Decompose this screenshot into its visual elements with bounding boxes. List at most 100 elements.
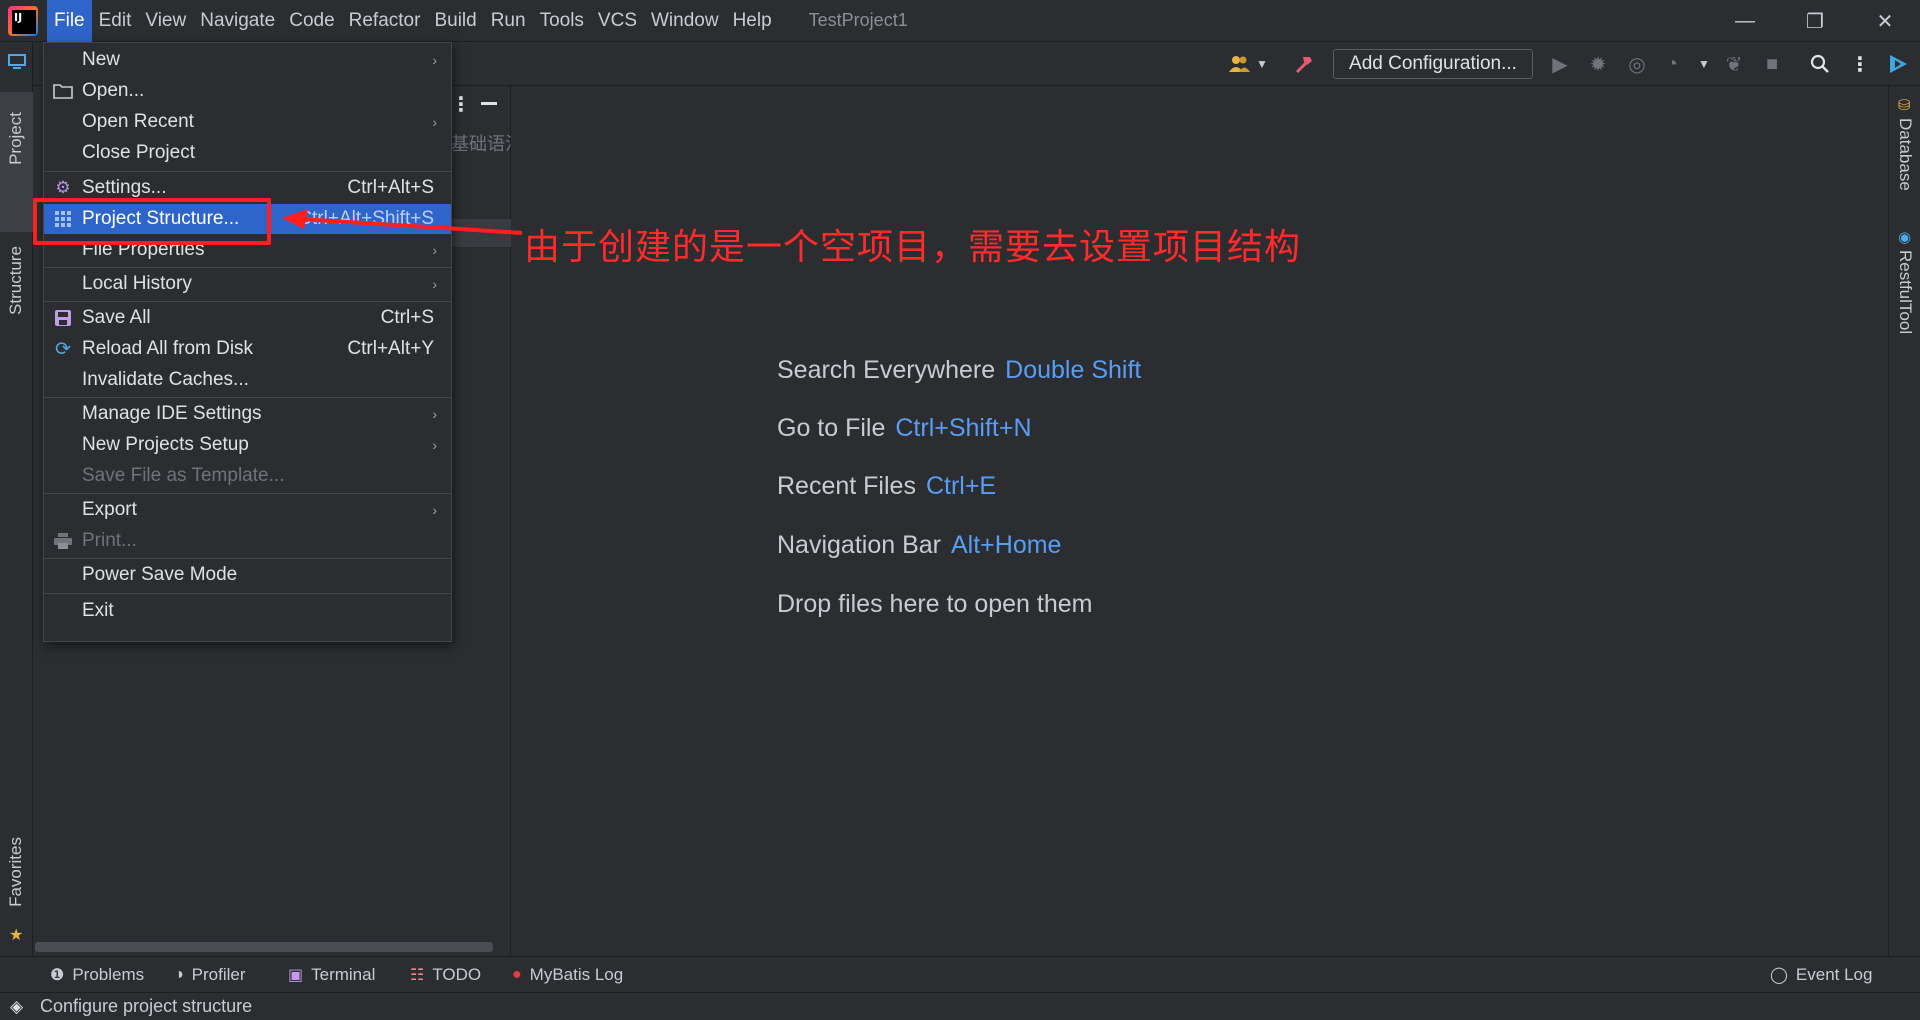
coverage-icon[interactable]: ◎ [1625,52,1649,76]
tab-profiler[interactable]: ◑ Profiler [174,965,246,985]
menu-vcs[interactable]: VCS [591,0,644,42]
tab-terminal[interactable]: ▣ Terminal [288,965,375,985]
menu-item-close-project[interactable]: Close Project [44,138,451,168]
tab-structure[interactable]: Structure [0,242,33,352]
menu-item-manage-ide-settings[interactable]: Manage IDE Settings › [44,399,451,429]
menu-item-new[interactable]: New › [44,45,451,75]
project-tree-item[interactable]: 基础语法 [451,130,511,156]
tab-project[interactable]: Project [0,92,33,232]
panel-minimize-icon[interactable] [481,102,497,105]
attach-icon[interactable]: ❦ [1722,52,1746,76]
event-log-icon: ◯ [1770,967,1788,984]
annotation-text: 由于创建的是一个空项目，需要去设置项目结构 [524,227,1302,268]
tab-todo-label: TODO [432,965,482,984]
menu-refactor[interactable]: Refactor [342,0,428,42]
menu-run[interactable]: Run [484,0,533,42]
menu-item-new-projects-setup[interactable]: New Projects Setup › [44,430,451,460]
menu-separator [44,171,451,172]
printer-icon [44,526,82,556]
hint-search-everywhere: Search Everywhere Double Shift [777,356,1141,385]
users-dropdown-icon[interactable]: ▼ [1250,52,1274,76]
mybatis-icon: ● [512,966,522,983]
tab-todo[interactable]: ☷ TODO [410,965,481,985]
menu-item-reload-all[interactable]: ⟳ Reload All from Disk Ctrl+Alt+Y [44,334,451,364]
menu-code[interactable]: Code [282,0,341,42]
window-controls: — ❐ ✕ [1710,0,1920,42]
hint-navigation-bar: Navigation Bar Alt+Home [777,531,1061,560]
blank-icon [44,430,82,460]
left-tool-strip: Project Structure Favorites ★ [0,42,33,956]
save-icon [44,303,82,333]
menu-build[interactable]: Build [427,0,483,42]
tab-favorites[interactable]: Favorites ★ [0,837,33,947]
restore-button[interactable]: ❐ [1780,0,1850,42]
tab-structure-label: Structure [6,246,25,315]
submenu-arrow-icon: › [432,406,437,422]
menu-item-label: Power Save Mode [82,564,238,585]
debug-icon[interactable]: ✹ [1586,52,1610,76]
menu-item-label: Save File as Template... [82,465,285,486]
layers-icon[interactable]: ◈ [10,997,23,1017]
menu-item-print[interactable]: Print... [44,526,451,556]
menu-navigate[interactable]: Navigate [193,0,282,42]
menu-item-shortcut: Ctrl+Alt+Y [347,338,434,359]
menu-separator [44,558,451,559]
menu-view[interactable]: View [138,0,193,42]
menu-item-open-recent[interactable]: Open Recent › [44,107,451,137]
tab-favorites-label: Favorites [6,837,25,907]
tab-mybatis-log[interactable]: ● MyBatis Log [512,965,623,985]
profile-icon[interactable]: ◔ [1660,52,1684,76]
hint-label: Navigation Bar [777,531,941,559]
menu-item-export[interactable]: Export › [44,495,451,525]
folder-icon [44,76,82,106]
menu-separator [44,267,451,268]
editor-area: Search Everywhere Double Shift Go to File… [512,86,1888,956]
plugin-icon[interactable] [1886,52,1910,76]
menu-separator [44,301,451,302]
submenu-arrow-icon: › [432,52,437,68]
menu-item-shortcut: Ctrl+S [380,307,434,328]
annotation-arrow-icon [282,209,523,235]
tab-event-log[interactable]: ◯ Event Log [1770,965,1872,985]
menu-help[interactable]: Help [726,0,779,42]
monitor-icon[interactable] [0,52,33,72]
database-icon: ⛁ [1898,97,1911,114]
hint-recent-files: Recent Files Ctrl+E [777,472,996,501]
menu-item-save-as-template[interactable]: Save File as Template... [44,461,451,491]
tab-database[interactable]: ⛁ Database [1889,96,1920,196]
add-configuration-button[interactable]: Add Configuration... [1333,49,1533,79]
profiler-icon: ◑ [174,966,184,983]
menu-item-local-history[interactable]: Local History › [44,269,451,299]
tab-terminal-label: Terminal [311,965,376,984]
menu-item-power-save-mode[interactable]: Power Save Mode [44,560,451,590]
menu-item-invalidate-caches[interactable]: Invalidate Caches... [44,365,451,395]
tab-event-log-label: Event Log [1795,965,1873,984]
horizontal-scrollbar[interactable] [35,942,493,952]
close-button[interactable]: ✕ [1850,0,1920,42]
menu-edit[interactable]: Edit [92,0,139,42]
menu-item-label: Exit [82,600,114,621]
menu-file[interactable]: File [47,0,92,42]
tab-project-label: Project [6,112,25,165]
menu-item-save-all[interactable]: Save All Ctrl+S [44,303,451,333]
tab-restfultool[interactable]: ◉ RestfulTool [1889,228,1920,348]
profile-dropdown-icon[interactable]: ▼ [1692,52,1716,76]
menu-item-exit[interactable]: Exit [44,596,451,626]
menu-tools[interactable]: Tools [533,0,591,42]
blank-icon [44,107,82,137]
menu-window[interactable]: Window [644,0,726,42]
run-icon[interactable]: ▶ [1548,52,1572,76]
blank-icon [44,138,82,168]
tab-problems-label: Problems [72,965,145,984]
minimize-button[interactable]: — [1710,0,1780,42]
search-icon[interactable] [1808,52,1832,76]
users-icon[interactable] [1228,52,1252,76]
panel-options-icon[interactable]: ⋮ [451,92,471,117]
menu-item-label: New [82,49,121,70]
more-icon[interactable]: ⋮ [1848,52,1872,76]
right-tool-strip: ⛁ Database ◉ RestfulTool [1888,86,1920,956]
hammer-icon[interactable] [1292,52,1316,76]
menu-item-open[interactable]: Open... [44,76,451,106]
tab-problems[interactable]: ❶ Problems [50,965,144,985]
stop-icon[interactable]: ■ [1760,52,1784,76]
